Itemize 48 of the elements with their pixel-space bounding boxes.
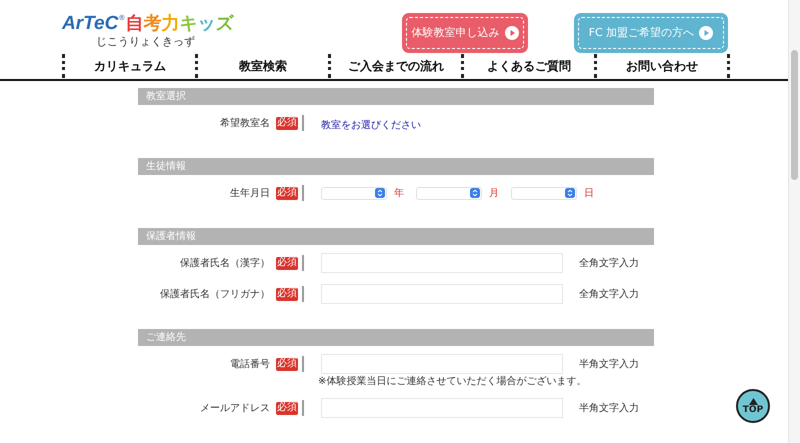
- classroom-select-link[interactable]: 教室をお選びください: [321, 120, 421, 131]
- date-unit: 月: [489, 186, 499, 200]
- section-header: 生徒情報: [138, 158, 654, 175]
- date-unit: 日: [584, 186, 594, 200]
- section-header: ご連絡先: [138, 329, 654, 346]
- stepper-icon: [470, 188, 480, 198]
- nav-link[interactable]: お問い合わせ: [597, 57, 727, 76]
- field-label: 希望教室名: [219, 116, 270, 130]
- date-select[interactable]: [416, 186, 482, 200]
- play-icon: [504, 26, 518, 40]
- section-header: 保護者情報: [138, 228, 654, 245]
- required-badge: 必須: [276, 116, 298, 130]
- input-hint: 全角文字入力: [579, 256, 639, 270]
- required-badge: 必須: [276, 256, 298, 270]
- input-hint: 半角文字入力: [579, 402, 639, 416]
- field-label: 保護者氏名（フリガナ）: [159, 288, 270, 302]
- date-select[interactable]: [321, 186, 387, 200]
- text-field[interactable]: [321, 253, 563, 273]
- stepper-icon: [565, 188, 575, 198]
- back-to-top-button[interactable]: TOP: [736, 389, 770, 423]
- input-hint: 半角文字入力: [579, 358, 639, 372]
- field-note: ※体験授業当日にご連絡させていただく場合がございます。: [318, 376, 588, 388]
- required-badge: 必須: [276, 358, 298, 370]
- required-badge: 必須: [276, 402, 298, 414]
- required-badge: 必須: [276, 288, 298, 300]
- nav-link[interactable]: 教室検索: [198, 57, 328, 76]
- logo-reading: じこうりょくきっず: [96, 35, 196, 49]
- section-header: 教室選択: [138, 88, 654, 105]
- input-hint: 全角文字入力: [579, 288, 639, 302]
- nav-link[interactable]: ご入会までの流れ: [331, 57, 461, 76]
- field-label: 電話番号: [229, 358, 270, 372]
- field-label: メールアドレス: [199, 402, 270, 416]
- brand-logo: ArTeC: [62, 13, 118, 35]
- play-icon: [699, 26, 714, 40]
- date-select[interactable]: [511, 186, 577, 200]
- text-field[interactable]: [321, 398, 563, 418]
- text-field[interactable]: [321, 284, 563, 304]
- logo-title: 自考力キッズ: [125, 13, 234, 35]
- field-label: 保護者氏名（漢字）: [179, 256, 270, 270]
- text-field[interactable]: [321, 354, 563, 374]
- field-label: 生年月日: [229, 186, 270, 200]
- date-unit: 年: [394, 186, 404, 200]
- nav-link[interactable]: よくあるご質問: [464, 57, 594, 76]
- stepper-icon: [375, 188, 385, 198]
- scrollbar-thumb[interactable]: [791, 50, 798, 180]
- required-badge: 必須: [276, 186, 298, 200]
- nav-link[interactable]: カリキュラム: [65, 57, 195, 76]
- triangle-up-icon: [748, 398, 758, 404]
